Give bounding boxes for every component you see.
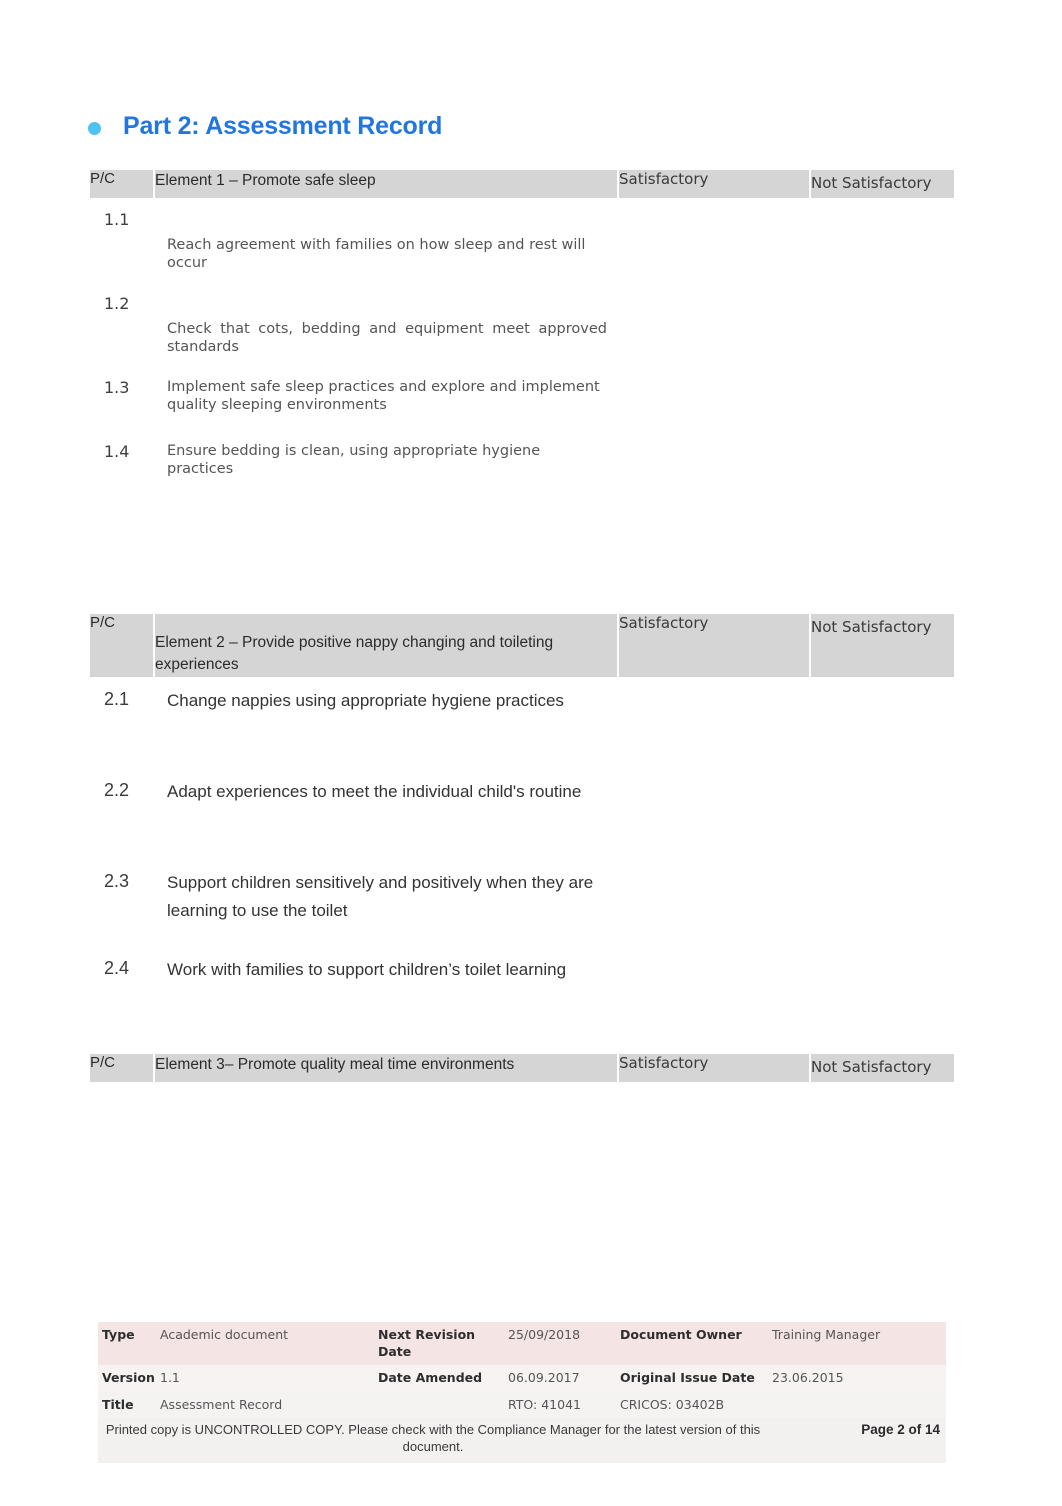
footer-title-label: Title: [98, 1391, 156, 1418]
not-satisfactory-checkbox-cell[interactable]: [811, 199, 954, 282]
footer-row-notice: Printed copy is UNCONTROLLED COPY. Pleas…: [98, 1418, 946, 1464]
satisfactory-checkbox-cell[interactable]: [619, 367, 809, 430]
satisfactory-checkbox-cell[interactable]: [619, 947, 809, 1018]
not-satisfactory-checkbox-cell[interactable]: [811, 367, 954, 430]
footer-row-title: Title Assessment Record RTO: 41041 CRICO…: [98, 1391, 946, 1418]
criterion-number[interactable]: [90, 1143, 153, 1202]
footer-cricos-spacer: [768, 1391, 946, 1418]
table-row: 1.1 Reach agreement with families on how…: [90, 199, 954, 282]
criterion-number: 1.2: [90, 283, 153, 366]
not-satisfactory-checkbox-cell[interactable]: [811, 1143, 954, 1202]
header-not-satisfactory: Not Satisfactory: [811, 1054, 954, 1082]
criterion-text: Work with families to support children’s…: [155, 947, 617, 1018]
footer-type-label: Type: [98, 1322, 156, 1365]
footer-date-amended-value: 06.09.2017: [504, 1365, 616, 1392]
assessment-table-element-3: P/C Element 3– Promote quality meal time…: [88, 1052, 956, 1204]
document-page: Part 2: Assessment Record P/C Element 1 …: [0, 0, 1062, 1506]
not-satisfactory-checkbox-cell[interactable]: [811, 431, 954, 502]
footer-next-revision-label: Next Revision Date: [374, 1322, 504, 1365]
table-row: 1.4 Ensure bedding is clean, using appro…: [90, 431, 954, 502]
assessment-table-element-2: P/C Element 2 – Provide positive nappy c…: [88, 612, 956, 1020]
footer-notice: Printed copy is UNCONTROLLED COPY. Pleas…: [98, 1418, 768, 1464]
not-satisfactory-checkbox-cell[interactable]: [811, 947, 954, 1018]
satisfactory-checkbox-cell[interactable]: [619, 1083, 809, 1142]
footer-version-label: Version: [98, 1365, 156, 1392]
footer-version-value: 1.1: [156, 1365, 374, 1392]
bullet-icon: [88, 121, 101, 135]
not-satisfactory-checkbox-cell[interactable]: [811, 860, 954, 946]
footer-rto-spacer: [374, 1391, 504, 1418]
satisfactory-checkbox-cell[interactable]: [619, 1143, 809, 1202]
footer-original-issue-value: 23.06.2015: [768, 1365, 946, 1392]
header-satisfactory: Satisfactory: [619, 1054, 809, 1082]
criterion-number: 1.4: [90, 431, 153, 502]
criterion-text: Adapt experiences to meet the individual…: [155, 769, 617, 859]
table-row: 2.3 Support children sensitively and pos…: [90, 860, 954, 946]
criterion-text: Change nappies using appropriate hygiene…: [155, 678, 617, 768]
criterion-text: Reach agreement with families on how sle…: [155, 199, 617, 282]
satisfactory-checkbox-cell[interactable]: [619, 860, 809, 946]
satisfactory-checkbox-cell[interactable]: [619, 283, 809, 366]
footer-date-amended-label: Date Amended: [374, 1365, 504, 1392]
criterion-text: Ensure bedding is clean, using appropria…: [155, 431, 617, 502]
table-header-row: P/C Element 1 – Promote safe sleep Satis…: [90, 170, 954, 198]
footer-page-number: Page 2 of 14: [768, 1418, 946, 1464]
header-not-satisfactory: Not Satisfactory: [811, 170, 954, 198]
footer-row-type: Type Academic document Next Revision Dat…: [98, 1322, 946, 1365]
header-pc: P/C: [90, 170, 153, 198]
footer-table: Type Academic document Next Revision Dat…: [98, 1322, 946, 1464]
footer-row-version: Version 1.1 Date Amended 06.09.2017 Orig…: [98, 1365, 946, 1392]
not-satisfactory-checkbox-cell[interactable]: [811, 1083, 954, 1142]
footer-cricos: CRICOS: 03402B: [616, 1391, 768, 1418]
page-title: Part 2: Assessment Record: [123, 112, 443, 140]
table-row: [90, 1143, 954, 1202]
criterion-number: 1.3: [90, 367, 153, 430]
footer-document-owner-value: Training Manager: [768, 1322, 946, 1365]
footer-title-value: Assessment Record: [156, 1391, 374, 1418]
footer-type-value: Academic document: [156, 1322, 374, 1365]
criterion-text: Support children sensitively and positiv…: [155, 860, 617, 946]
table-row: 1.2 Check that cots, bedding and equipme…: [90, 283, 954, 366]
header-satisfactory: Satisfactory: [619, 170, 809, 198]
table-row: [90, 1083, 954, 1142]
criterion-text: Check that cots, bedding and equipment m…: [155, 283, 617, 366]
header-element: Element 1 – Promote safe sleep: [155, 170, 617, 198]
not-satisfactory-checkbox-cell[interactable]: [811, 678, 954, 768]
header-pc: P/C: [90, 1054, 153, 1082]
not-satisfactory-checkbox-cell[interactable]: [811, 769, 954, 859]
criterion-text: Implement safe sleep practices and explo…: [155, 367, 617, 430]
criterion-number: 2.1: [90, 678, 153, 768]
table-row: 2.4 Work with families to support childr…: [90, 947, 954, 1018]
not-satisfactory-checkbox-cell[interactable]: [811, 283, 954, 366]
header-satisfactory: Satisfactory: [619, 614, 809, 677]
satisfactory-checkbox-cell[interactable]: [619, 678, 809, 768]
footer-document-owner-label: Document Owner: [616, 1322, 768, 1365]
header-not-satisfactory: Not Satisfactory: [811, 614, 954, 677]
assessment-table-element-1: P/C Element 1 – Promote safe sleep Satis…: [88, 168, 956, 504]
criterion-number[interactable]: [90, 1083, 153, 1142]
satisfactory-checkbox-cell[interactable]: [619, 769, 809, 859]
criterion-number: 2.2: [90, 769, 153, 859]
satisfactory-checkbox-cell[interactable]: [619, 431, 809, 502]
table-row: 2.2 Adapt experiences to meet the indivi…: [90, 769, 954, 859]
footer-next-revision-value: 25/09/2018: [504, 1322, 616, 1365]
criterion-number: 2.4: [90, 947, 153, 1018]
satisfactory-checkbox-cell[interactable]: [619, 199, 809, 282]
table-row: 1.3 Implement safe sleep practices and e…: [90, 367, 954, 430]
criterion-number: 1.1: [90, 199, 153, 282]
footer-rto: RTO: 41041: [504, 1391, 616, 1418]
footer-original-issue-label: Original Issue Date: [616, 1365, 768, 1392]
table-row: 2.1 Change nappies using appropriate hyg…: [90, 678, 954, 768]
table-header-row: P/C Element 2 – Provide positive nappy c…: [90, 614, 954, 677]
header-element: Element 2 – Provide positive nappy chang…: [155, 614, 617, 677]
document-footer: Type Academic document Next Revision Dat…: [98, 1322, 946, 1464]
header-pc: P/C: [90, 614, 153, 677]
table-header-row: P/C Element 3– Promote quality meal time…: [90, 1054, 954, 1082]
page-heading: Part 2: Assessment Record: [88, 112, 442, 141]
header-element: Element 3– Promote quality meal time env…: [155, 1054, 617, 1082]
criterion-text[interactable]: [155, 1143, 617, 1202]
criterion-text[interactable]: [155, 1083, 617, 1142]
criterion-number: 2.3: [90, 860, 153, 946]
